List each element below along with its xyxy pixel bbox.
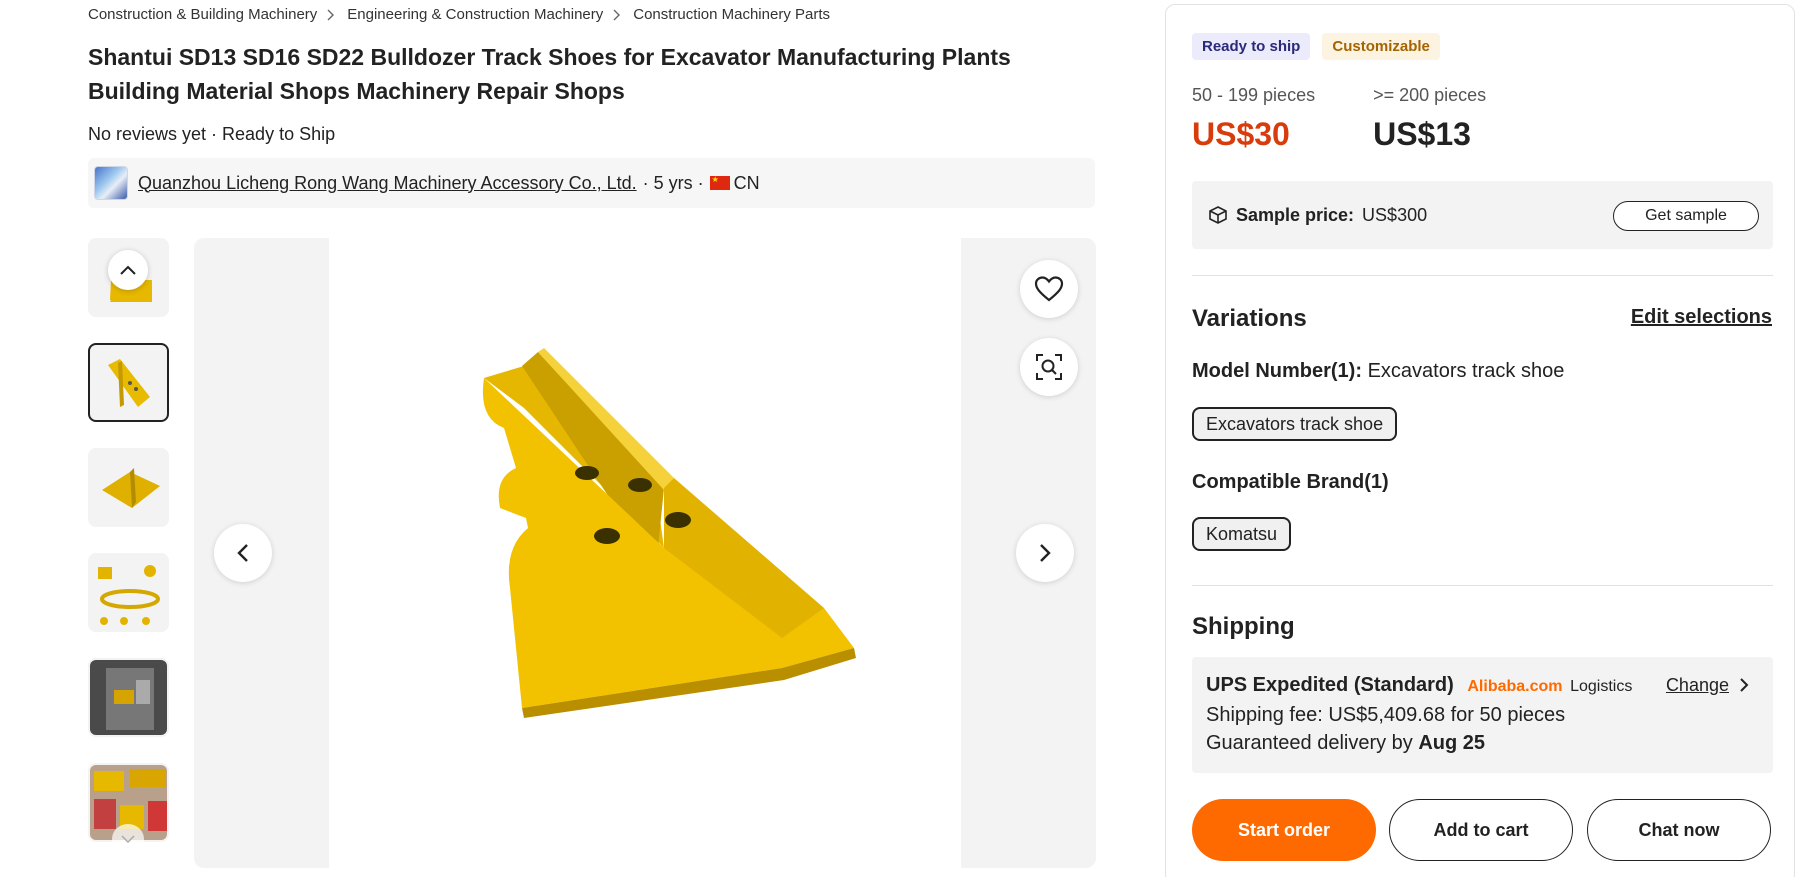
supplier-country: CN <box>733 172 760 193</box>
sample-price-label: Sample price: <box>1236 204 1355 225</box>
badge-row: Ready to ship Customizable <box>1192 33 1440 60</box>
thumbnail-scroll-down-button[interactable] <box>112 824 144 854</box>
image-search-icon <box>1036 354 1062 380</box>
supplier-logo[interactable] <box>94 166 128 200</box>
thumbnail-list <box>88 238 169 868</box>
tier-quantity: 50 - 199 pieces <box>1192 85 1316 105</box>
alibaba-logo: Alibaba.com <box>1467 678 1563 695</box>
change-shipping-link[interactable]: Change <box>1666 671 1749 699</box>
compatible-brand-label: Compatible Brand(1) <box>1192 471 1389 493</box>
variations-title: Variations <box>1192 305 1307 332</box>
model-option-chip[interactable]: Excavators track shoe <box>1192 407 1398 441</box>
review-status: No reviews yet · Ready to Ship <box>88 124 336 144</box>
chevron-left-icon <box>237 544 248 562</box>
divider <box>1192 585 1773 586</box>
thumbnail-3[interactable] <box>88 448 169 527</box>
chat-now-button[interactable]: Chat now <box>1587 799 1771 861</box>
edit-selections-link[interactable]: Edit selections <box>1631 306 1772 329</box>
image-search-button[interactable] <box>1020 338 1078 396</box>
order-panel: Ready to ship Customizable 50 - 199 piec… <box>1165 4 1795 877</box>
tier-price: US$30 <box>1192 116 1290 152</box>
thumbnail-scroll-up-button[interactable] <box>108 250 148 290</box>
previous-image-button[interactable] <box>214 524 272 582</box>
chevron-right-icon <box>1740 678 1749 692</box>
product-title: Shantui SD13 SD16 SD22 Bulldozer Track S… <box>88 44 1011 104</box>
price-tiers: 50 - 199 pieces US$30 >= 200 pieces US$1… <box>1192 85 1486 153</box>
logistics-label: Logistics <box>1570 678 1633 695</box>
change-label: Change <box>1665 675 1729 695</box>
delivery-date: Aug 25 <box>1418 732 1486 754</box>
sample-price-value: US$300 <box>1362 204 1428 225</box>
price-tier-1: 50 - 199 pieces US$30 <box>1192 85 1315 153</box>
china-flag-icon <box>709 175 730 190</box>
chevron-right-icon <box>1040 544 1051 562</box>
thumbnail-4[interactable] <box>88 553 169 632</box>
sample-price-box: Sample price: US$300 Get sample <box>1192 181 1773 249</box>
breadcrumb-item-construction-building[interactable]: Construction & Building Machinery <box>88 6 317 23</box>
shipping-title: Shipping <box>1192 613 1295 640</box>
tier-price: US$13 <box>1373 116 1471 152</box>
delivery-row: Guaranteed delivery by Aug 25 <box>1206 729 1759 757</box>
divider <box>1192 275 1773 276</box>
model-number-value: Excavators track shoe <box>1367 360 1565 382</box>
price-tier-2: >= 200 pieces US$13 <box>1373 85 1486 153</box>
ready-to-ship-badge: Ready to ship <box>1192 33 1311 60</box>
tier-quantity: >= 200 pieces <box>1373 85 1487 105</box>
breadcrumb: Construction & Building Machinery Engine… <box>88 6 830 23</box>
shipping-box: UPS Expedited (Standard) Alibaba.com Log… <box>1192 657 1773 773</box>
brand-option-chip[interactable]: Komatsu <box>1192 517 1292 551</box>
chevron-right-icon <box>613 7 623 23</box>
track-shoe-image <box>482 348 856 718</box>
shipping-carrier: UPS Expedited (Standard) <box>1206 674 1454 696</box>
supplier-years: · 5 yrs · <box>642 172 704 193</box>
supplier-bar: Quanzhou Licheng Rong Wang Machinery Acc… <box>88 158 1095 208</box>
chevron-down-icon <box>121 835 135 843</box>
get-sample-button[interactable]: Get sample <box>1613 201 1759 231</box>
chevron-up-icon <box>120 265 136 275</box>
start-order-button[interactable]: Start order <box>1192 799 1376 861</box>
supplier-name-link[interactable]: Quanzhou Licheng Rong Wang Machinery Acc… <box>138 173 637 194</box>
chevron-right-icon <box>327 7 337 23</box>
delivery-prefix: Guaranteed delivery by <box>1206 732 1419 754</box>
thumbnail-5[interactable] <box>88 658 169 737</box>
heart-icon <box>1034 276 1064 302</box>
next-image-button[interactable] <box>1016 524 1074 582</box>
breadcrumb-item-machinery-parts[interactable]: Construction Machinery Parts <box>633 6 830 23</box>
shipping-fee: Shipping fee: US$5,409.68 for 50 pieces <box>1206 704 1566 726</box>
breadcrumb-item-engineering-construction[interactable]: Engineering & Construction Machinery <box>347 6 603 23</box>
customizable-badge: Customizable <box>1322 33 1440 60</box>
thumbnail-2[interactable] <box>88 343 169 422</box>
favorite-button[interactable] <box>1020 260 1078 318</box>
model-number-label: Model Number(1): <box>1192 360 1362 382</box>
product-main-image[interactable] <box>194 238 1096 868</box>
box-icon <box>1209 206 1227 224</box>
model-number-row: Model Number(1): Excavators track shoe <box>1192 360 1564 383</box>
add-to-cart-button[interactable]: Add to cart <box>1389 799 1573 861</box>
